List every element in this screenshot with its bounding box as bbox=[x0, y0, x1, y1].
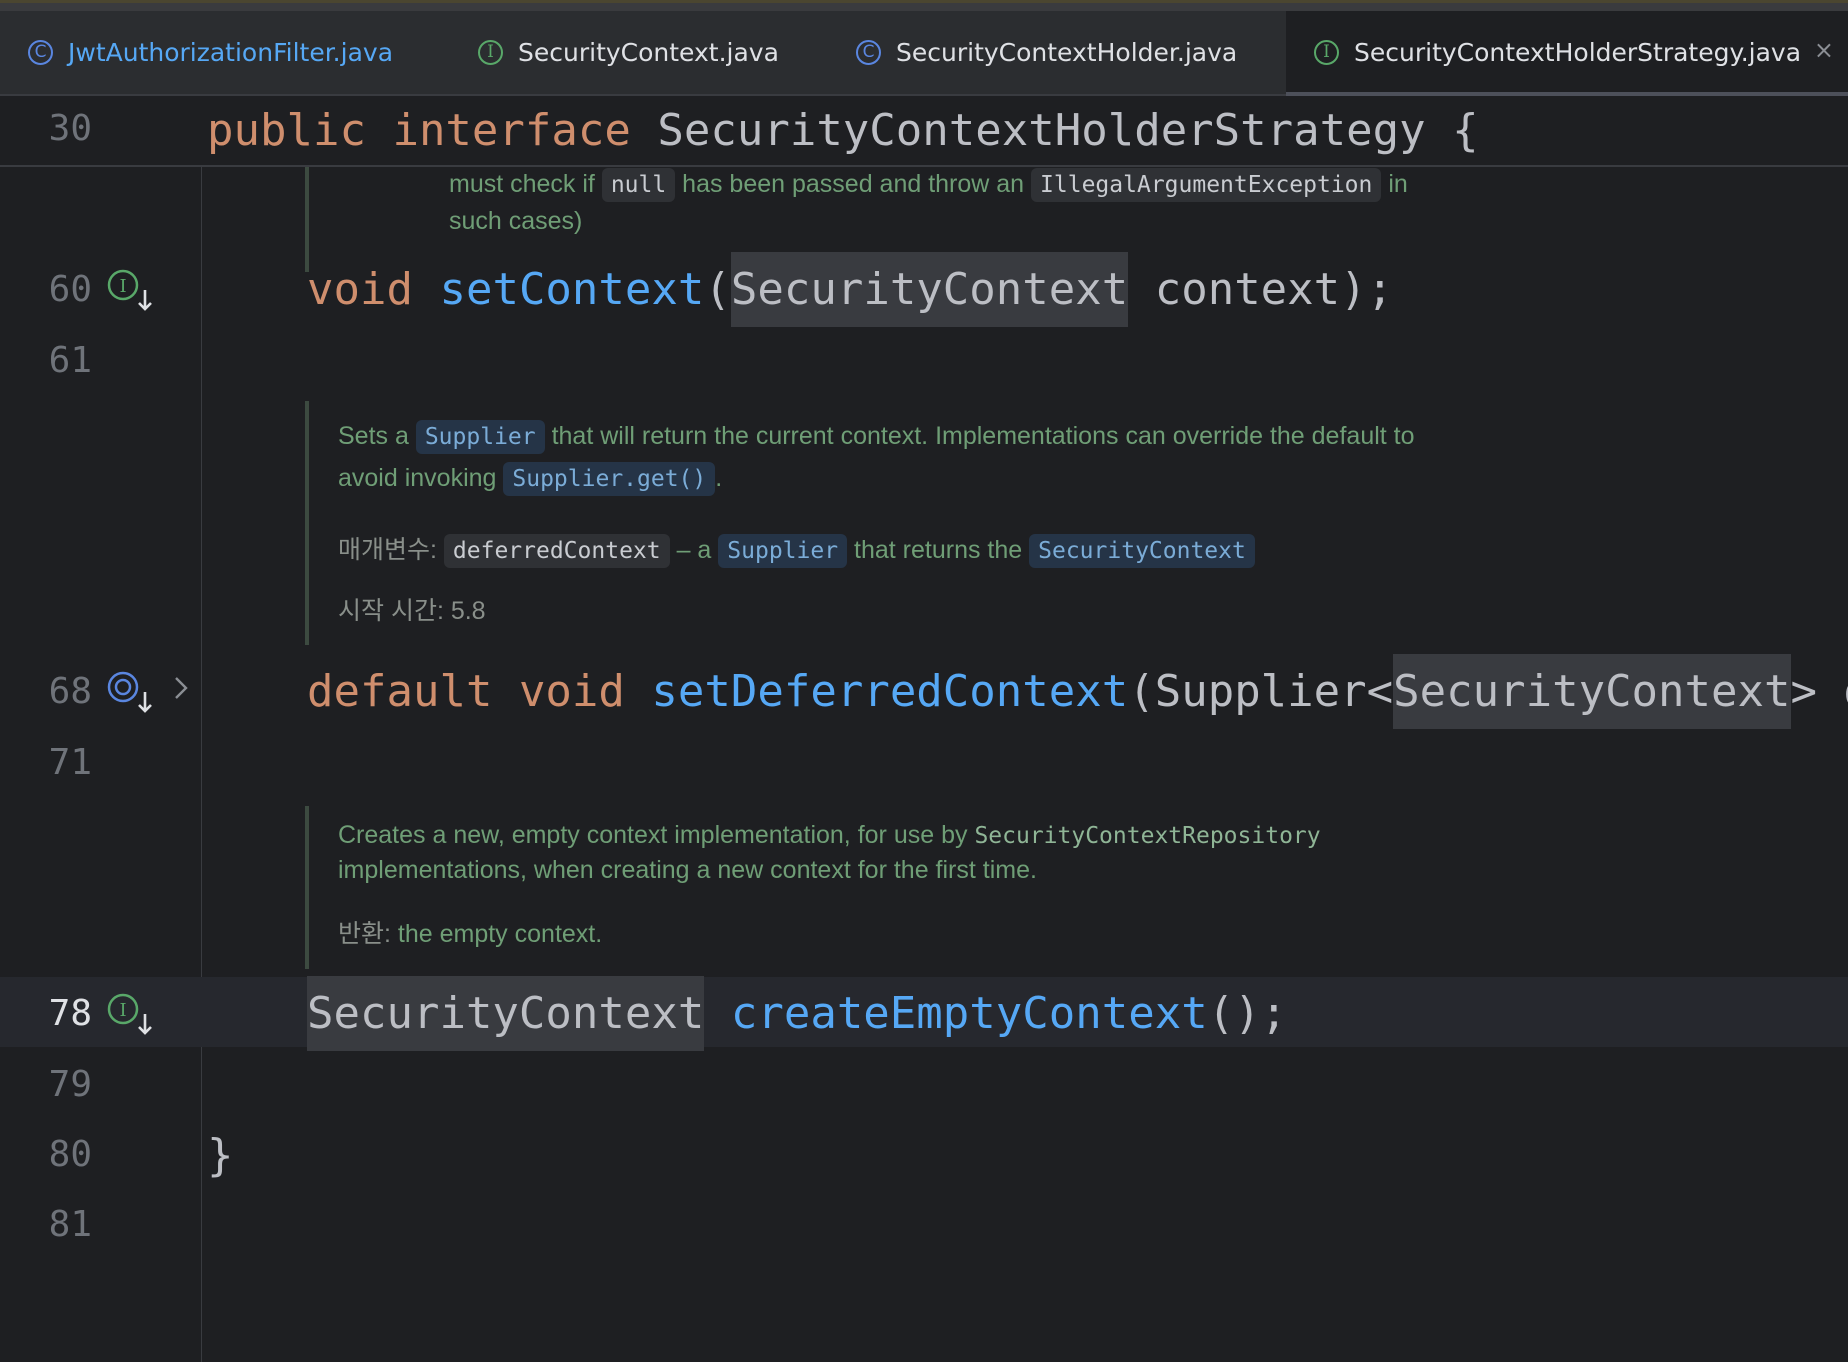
code-chip: IllegalArgumentException bbox=[1031, 168, 1382, 202]
code-text: SecurityContextRepository bbox=[974, 823, 1321, 849]
interface-icon: I bbox=[1314, 40, 1339, 65]
keyword: void bbox=[307, 264, 413, 315]
line-number: 61 bbox=[48, 340, 92, 381]
sticky-header-line[interactable]: 30 public interface SecurityContextHolde… bbox=[0, 96, 1848, 167]
type-usage-highlight: SecurityContext bbox=[1393, 654, 1791, 729]
line-number: 81 bbox=[48, 1204, 92, 1245]
method-name: setContext bbox=[439, 264, 705, 315]
line-number: 71 bbox=[48, 742, 92, 783]
method-name: createEmptyContext bbox=[730, 988, 1208, 1039]
interface-name: SecurityContextHolderStrategy bbox=[657, 105, 1426, 156]
keyword: interface bbox=[392, 105, 631, 156]
doc-since: 시작 시간: 5.8 bbox=[338, 597, 486, 625]
doc-link[interactable]: Supplier bbox=[415, 420, 545, 454]
rendered-doc-create-empty-context: Creates a new, empty context implementat… bbox=[305, 806, 1605, 969]
line-number: 79 bbox=[48, 1064, 92, 1105]
doc-text: such cases) bbox=[449, 207, 583, 235]
closing-brace: } bbox=[207, 1130, 234, 1181]
code-chip: null bbox=[601, 168, 676, 202]
close-icon[interactable]: × bbox=[1814, 38, 1834, 62]
implemented-interface-method-icon[interactable]: I bbox=[106, 268, 152, 314]
line-number: 68 bbox=[48, 671, 92, 712]
keyword: void bbox=[518, 666, 625, 717]
title-strip bbox=[0, 0, 1848, 11]
tab-jwt-authorization-filter[interactable]: C JwtAuthorizationFilter.java bbox=[0, 11, 450, 94]
type-usage-highlight: SecurityContext bbox=[307, 976, 705, 1051]
code-chip: deferredContext bbox=[443, 534, 670, 568]
code-editor[interactable]: 30 public interface SecurityContextHolde… bbox=[0, 96, 1848, 1362]
method-name: setDeferredContext bbox=[651, 666, 1129, 717]
keyword: default bbox=[307, 666, 493, 717]
tab-label: JwtAuthorizationFilter.java bbox=[68, 38, 394, 67]
interface-icon: I bbox=[478, 40, 503, 65]
line-number: 30 bbox=[48, 108, 92, 149]
tab-label: SecurityContext.java bbox=[518, 38, 779, 67]
doc-text: Sets a Supplier that will return the cur… bbox=[338, 420, 1415, 454]
implemented-interface-method-icon[interactable]: I bbox=[106, 992, 152, 1038]
type-usage-highlight: SecurityContext bbox=[730, 252, 1129, 327]
doc-text: must check if null has been passed and t… bbox=[449, 168, 1408, 202]
svg-text:I: I bbox=[119, 1000, 126, 1021]
ide-window: C JwtAuthorizationFilter.java I Security… bbox=[0, 0, 1848, 1362]
code-line-60: void setContext(SecurityContext context)… bbox=[307, 252, 1393, 327]
overridden-method-icon[interactable] bbox=[106, 670, 152, 716]
code-line-78: SecurityContext createEmptyContext(); bbox=[307, 976, 1287, 1051]
tab-label: SecurityContextHolder.java bbox=[896, 38, 1238, 67]
svg-text:I: I bbox=[119, 276, 126, 297]
gutter-divider bbox=[201, 166, 202, 1362]
doc-link[interactable]: Supplier bbox=[718, 534, 848, 568]
doc-text: Creates a new, empty context implementat… bbox=[338, 821, 1321, 849]
doc-link[interactable]: Supplier.get() bbox=[503, 462, 716, 496]
editor-tab-bar: C JwtAuthorizationFilter.java I Security… bbox=[0, 11, 1848, 96]
open-brace: { bbox=[1452, 105, 1479, 156]
doc-link[interactable]: SecurityContext bbox=[1029, 534, 1255, 568]
params-label: 매개변수: bbox=[338, 536, 437, 564]
line-number: 60 bbox=[48, 269, 92, 310]
rendered-doc-set-deferred-context: Sets a Supplier that will return the cur… bbox=[305, 401, 1605, 645]
tab-label: SecurityContextHolderStrategy.java bbox=[1354, 38, 1802, 67]
doc-text: avoid invoking Supplier.get(). bbox=[338, 462, 722, 496]
line-number: 80 bbox=[48, 1134, 92, 1175]
tab-security-context[interactable]: I SecurityContext.java bbox=[450, 11, 828, 94]
keyword: public bbox=[207, 105, 366, 156]
sticky-code: public interface SecurityContextHolderSt… bbox=[207, 109, 1479, 153]
tab-security-context-holder[interactable]: C SecurityContextHolder.java bbox=[828, 11, 1286, 94]
doc-params: 매개변수: deferredContext – a Supplier that … bbox=[338, 530, 1255, 568]
doc-text: implementations, when creating a new con… bbox=[338, 856, 1037, 884]
code-line-68: default void setDeferredContext(Supplier… bbox=[307, 654, 1848, 729]
line-number: 78 bbox=[48, 993, 92, 1034]
class-icon: C bbox=[28, 40, 53, 65]
class-icon: C bbox=[856, 40, 881, 65]
chevron-right-icon[interactable] bbox=[171, 673, 191, 703]
returns-label: 반환: bbox=[338, 920, 391, 948]
tab-security-context-holder-strategy[interactable]: I SecurityContextHolderStrategy.java × bbox=[1286, 11, 1848, 96]
doc-returns: 반환: the empty context. bbox=[338, 920, 603, 948]
